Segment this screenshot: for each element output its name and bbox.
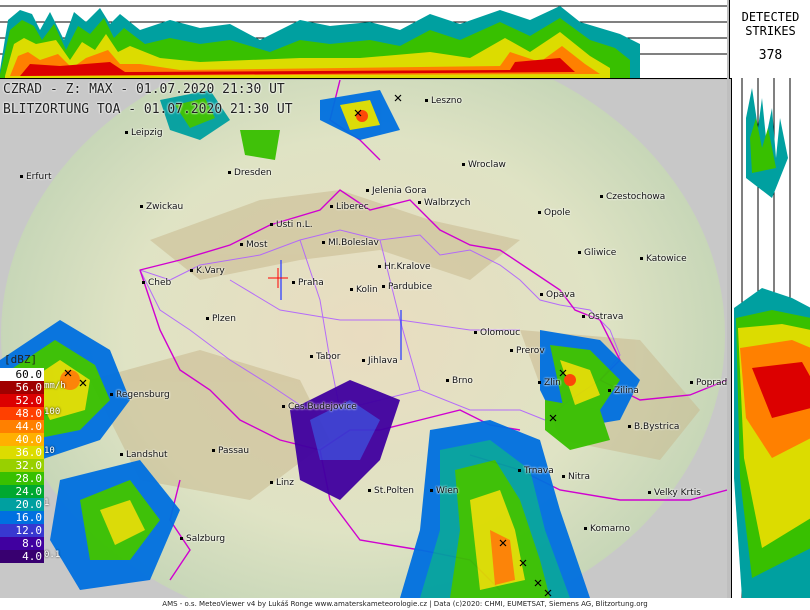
city-linz: Linz xyxy=(270,478,294,488)
detected-strikes-label-top: DETECTED xyxy=(741,10,800,24)
city-poprad: Poprad xyxy=(690,378,727,388)
city-erfurt: Erfurt xyxy=(20,172,52,182)
top-profile-chart xyxy=(0,5,727,78)
city-zilina: Zilina xyxy=(608,386,639,396)
legend-swatches: 60.0 56.0 52.0 48.0 44.0 40.0 36.0 32.0 28.0 24.0… xyxy=(0,368,46,563)
city-ceske-budejovice: Ces.Budejovice xyxy=(282,402,357,412)
city-leipzig: Leipzig xyxy=(125,128,163,138)
city-opava: Opava xyxy=(540,290,575,300)
city-leszno: Leszno xyxy=(425,96,462,106)
city-most: Most xyxy=(240,240,268,250)
top-profile-panel xyxy=(0,0,727,79)
city-czestochowa: Czestochowa xyxy=(600,192,665,202)
detected-strikes-box: DETECTED STRIKES 378 xyxy=(729,0,810,79)
radar-map-canvas xyxy=(0,80,727,598)
legend-rain-rate: 0.1 xyxy=(44,550,61,560)
legend-level: 60.0 xyxy=(0,368,44,381)
city-zwickau: Zwickau xyxy=(140,202,183,212)
city-gliwice: Gliwice xyxy=(578,248,616,258)
city-landshut: Landshut xyxy=(120,450,168,460)
city-wien: Wien xyxy=(430,486,458,496)
legend-level: 44.0 xyxy=(0,420,44,433)
radar-map[interactable]: CZRAD - Z: MAX - 01.07.2020 21:30 UT BLI… xyxy=(0,80,727,598)
city-walbrzych: Walbrzych xyxy=(418,198,470,208)
radar-product-title: CZRAD - Z: MAX - 01.07.2020 21:30 UT xyxy=(3,82,285,97)
legend-level: 40.0 xyxy=(0,433,44,446)
city-cheb: Cheb xyxy=(142,278,171,288)
city-praha: Praha xyxy=(292,278,324,288)
legend-rain-rate: 100 xyxy=(44,407,61,417)
legend-level: 16.0 xyxy=(0,511,44,524)
city-komarno: Komarno xyxy=(584,524,630,534)
lightning-product-title: BLITZORTUNG TOA - 01.07.2020 21:30 UT xyxy=(3,102,293,117)
city-pardubice: Pardubice xyxy=(382,282,432,292)
city-katowice: Katowice xyxy=(640,254,687,264)
city-mlada-boleslav: Ml.Boleslav xyxy=(322,238,379,248)
dbz-legend: [dBZ] 60.0 56.0 52.0 48.0 44.0 40.0 36.0 32.0 28… xyxy=(0,352,66,563)
city-kolin: Kolin xyxy=(350,285,378,295)
detected-strikes-label-bottom: STRIKES xyxy=(745,24,796,38)
city-prerov: Prerov xyxy=(510,346,545,356)
city-dresden: Dresden xyxy=(228,168,272,178)
city-salzburg: Salzburg xyxy=(180,534,225,544)
legend-level: 32.0 xyxy=(0,459,44,472)
legend-level: 52.0 xyxy=(0,394,44,407)
city-jihlava: Jihlava xyxy=(362,356,398,366)
legend-unit: [dBZ] xyxy=(4,353,38,366)
legend-level: 24.0 xyxy=(0,485,44,498)
side-profile-panel xyxy=(731,78,810,598)
city-plzen: Plzen xyxy=(206,314,236,324)
city-karlovy-vary: K.Vary xyxy=(190,266,225,276)
city-brno: Brno xyxy=(446,376,473,386)
city-passau: Passau xyxy=(212,446,249,456)
city-opole: Opole xyxy=(538,208,570,218)
city-regensburg: Regensburg xyxy=(110,390,170,400)
city-nitra: Nitra xyxy=(562,472,590,482)
legend-level: 48.0 xyxy=(0,407,44,420)
city-trnava: Trnava xyxy=(518,466,554,476)
legend-rain-rate: 1 xyxy=(44,498,50,508)
legend-level: 56.0 xyxy=(0,381,44,394)
legend-rain-rate: mm/h xyxy=(44,381,66,391)
city-zlin: Zlin xyxy=(538,378,561,388)
legend-level: 36.0 xyxy=(0,446,44,459)
city-jelenia-gora: Jelenia Gora xyxy=(366,186,427,196)
detected-strikes-count: 378 xyxy=(758,48,783,63)
city-hradec-kralove: Hr.Kralove xyxy=(378,262,431,272)
city-olomouc: Olomouc xyxy=(474,328,520,338)
city-ostrava: Ostrava xyxy=(582,312,623,322)
footer-credits: AMS - o.s. MeteoViewer v4 by Lukáš Ronge… xyxy=(0,598,810,610)
legend-rain-rate: 10 xyxy=(44,446,55,456)
detected-strikes-label: DETECTED STRIKES xyxy=(730,10,810,38)
legend-level: 20.0 xyxy=(0,498,44,511)
city-wroclaw: Wroclaw xyxy=(462,160,506,170)
legend-level: 12.0 xyxy=(0,524,44,537)
city-velky-krtis: Velky Krtis xyxy=(648,488,701,498)
legend-level: 8.0 xyxy=(0,537,44,550)
legend-level: 4.0 xyxy=(0,550,44,563)
city-usti: Usti n.L. xyxy=(270,220,313,230)
city-st-polten: St.Polten xyxy=(368,486,414,496)
legend-level: 28.0 xyxy=(0,472,44,485)
city-banska-bystrica: B.Bystrica xyxy=(628,422,679,432)
side-profile-chart xyxy=(734,78,810,598)
city-liberec: Liberec xyxy=(330,202,369,212)
city-tabor: Tabor xyxy=(310,352,340,362)
